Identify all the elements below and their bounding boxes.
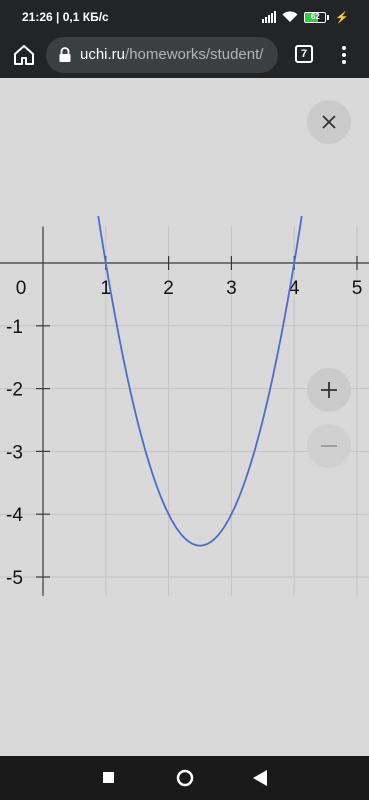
lock-icon — [59, 47, 71, 62]
url-path: /homeworks/student/ — [125, 46, 264, 63]
graph-area: 0 1 2 3 4 5 -1 -2 -3 -4 -5 — [0, 78, 369, 756]
more-menu-icon[interactable] — [335, 44, 353, 66]
battery-percent: 62 — [310, 11, 320, 21]
status-time: 21:26 | 0,1 КБ/с — [22, 10, 109, 24]
address-bar[interactable]: uchi.ru/homeworks/student/ — [46, 37, 278, 73]
status-bar: 21:26 | 0,1 КБ/с 62 ⚡ — [0, 0, 369, 32]
zoom-in-button[interactable] — [307, 368, 351, 412]
zoom-out-button[interactable] — [307, 424, 351, 468]
network-speed: 0,1 КБ/с — [62, 10, 109, 24]
x-tick-label: 0 — [16, 278, 27, 299]
url-text[interactable]: uchi.ru/homeworks/student/ — [80, 46, 263, 63]
clock: 21:26 — [22, 10, 53, 24]
status-icons: 62 ⚡ — [262, 9, 349, 25]
browser-toolbar: uchi.ru/homeworks/student/ 7 — [0, 32, 369, 78]
separator: | — [56, 10, 63, 24]
plus-icon — [321, 382, 337, 398]
system-nav-bar — [0, 756, 369, 800]
home-nav-button[interactable] — [176, 769, 194, 787]
charging-icon: ⚡ — [335, 11, 349, 24]
signal-icon — [262, 11, 277, 23]
back-nav-button[interactable] — [253, 770, 267, 786]
x-tick-label: 2 — [163, 278, 174, 299]
close-button[interactable] — [307, 100, 351, 144]
wifi-icon — [282, 11, 298, 22]
parabola-curve — [97, 215, 303, 547]
y-tick-label: -1 — [6, 317, 23, 338]
minus-icon — [321, 445, 337, 447]
y-tick-label: -5 — [6, 568, 23, 589]
recent-apps-button[interactable] — [103, 772, 114, 783]
tab-switcher-button[interactable]: 7 — [295, 45, 313, 63]
close-icon — [322, 115, 336, 129]
home-icon[interactable] — [12, 43, 36, 67]
function-graph[interactable]: 0 1 2 3 4 5-1-2-3-4-5 — [0, 78, 369, 756]
x-tick-label: 3 — [226, 278, 237, 299]
y-tick-label: -3 — [6, 442, 23, 463]
y-tick-label: -2 — [6, 380, 23, 401]
battery-icon: 62 — [304, 11, 330, 23]
y-tick-label: -4 — [6, 505, 23, 526]
url-host: uchi.ru — [80, 46, 126, 63]
x-tick-label: 5 — [352, 278, 363, 299]
